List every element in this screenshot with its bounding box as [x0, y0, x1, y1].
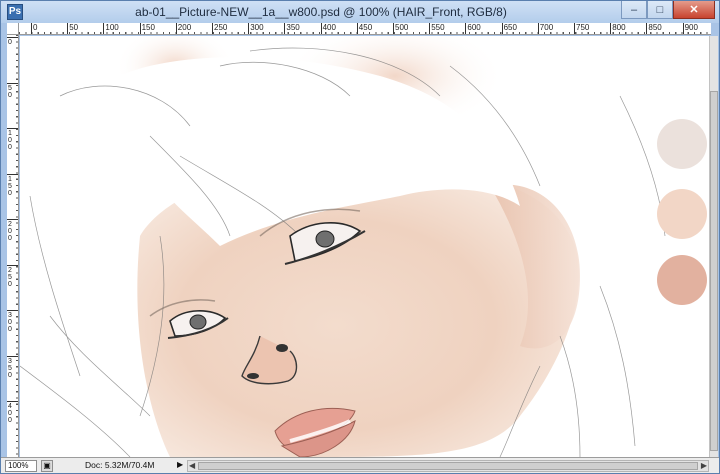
title-bar[interactable]: Ps ab-01__Picture-NEW__1a__w800.psd @ 10… [1, 1, 719, 23]
ruler-label: 100 [105, 23, 119, 32]
status-menu-arrow-icon[interactable]: ▶ [177, 460, 183, 469]
ruler-label: 250 [214, 23, 228, 32]
horizontal-scroll-thumb[interactable] [198, 462, 698, 470]
ruler-label: 850 [648, 23, 662, 32]
close-button[interactable]: ✕ [673, 1, 715, 19]
zoom-level-field[interactable]: 100% [5, 460, 37, 472]
color-swatch-light[interactable] [657, 119, 707, 169]
ruler-major-tick [646, 23, 648, 34]
scroll-left-icon[interactable]: ◀ [189, 461, 195, 471]
ruler-major-tick [610, 23, 612, 34]
ruler-major-tick [7, 401, 18, 402]
ruler-major-tick [356, 23, 358, 34]
maximize-icon: □ [656, 3, 664, 16]
ruler-label: 700 [539, 23, 554, 32]
ruler-major-tick [31, 23, 32, 34]
ruler-origin[interactable] [7, 23, 19, 35]
ruler-label: 900 [684, 23, 698, 32]
ruler-label: 450 [358, 23, 373, 32]
vertical-scrollbar[interactable] [709, 36, 718, 457]
ruler-label: 0 [33, 23, 38, 32]
vertical-ruler[interactable]: 0 50 100 150 200 250 300 350 400 [7, 35, 19, 457]
ruler-label: 300 [8, 312, 12, 333]
horizontal-ruler[interactable]: 0 50 100 150 200 250 300 350 400 450 500 550 600 650 7… [19, 23, 711, 35]
ruler-major-tick [574, 23, 575, 34]
ruler-major-tick [7, 355, 18, 357]
status-bar: 100% ▣ Doc: 5.32M/70.4M ▶ ◀ ▶ [1, 457, 719, 473]
ruler-label: 50 [69, 23, 79, 32]
minimize-button[interactable]: – [621, 1, 647, 19]
ruler-major-tick [393, 23, 394, 34]
ruler-label: 50 [8, 84, 12, 99]
minimize-icon: – [630, 3, 638, 16]
window-controls: – □ ✕ [621, 1, 715, 19]
vertical-scroll-thumb[interactable] [710, 91, 718, 451]
ruler-label: 150 [141, 23, 155, 32]
ruler-major-tick [175, 23, 177, 34]
ruler-label: 800 [612, 23, 626, 32]
ruler-label: 200 [8, 221, 12, 242]
ruler-major-tick [7, 37, 18, 38]
ruler-label: 400 [322, 23, 336, 32]
ruler-major-tick [67, 23, 69, 34]
ruler-label: 300 [250, 23, 264, 32]
ruler-label: 350 [8, 357, 12, 379]
ruler-major-tick [7, 310, 18, 311]
ruler-major-tick [465, 23, 467, 34]
ruler-major-tick [320, 23, 322, 34]
horizontal-scrollbar[interactable]: ◀ ▶ [187, 460, 709, 472]
ruler-label: 0 [8, 39, 12, 46]
window-title: ab-01__Picture-NEW__1a__w800.psd @ 100% … [135, 5, 507, 19]
ruler-major-tick [284, 23, 286, 34]
ruler-major-tick [7, 264, 18, 266]
ruler-label: 650 [503, 23, 517, 32]
ruler-label: 200 [177, 23, 192, 32]
ruler-label: 500 [395, 23, 409, 32]
color-swatch-medium[interactable] [657, 189, 707, 239]
ruler-major-tick [7, 82, 18, 84]
ruler-label: 750 [576, 23, 590, 32]
status-menu-icon[interactable]: ▣ [41, 460, 53, 472]
close-icon: ✕ [689, 4, 699, 16]
ruler-major-tick [7, 219, 18, 220]
ruler-major-tick [139, 23, 141, 34]
ruler-label: 150 [8, 175, 12, 197]
ruler-major-tick [248, 23, 250, 34]
ruler-major-tick [212, 23, 213, 34]
ruler-major-tick [7, 173, 18, 175]
ruler-major-tick [501, 23, 503, 34]
ruler-major-tick [103, 23, 105, 34]
ruler-major-tick [7, 128, 18, 129]
photoshop-document-window: Ps ab-01__Picture-NEW__1a__w800.psd @ 10… [0, 0, 720, 474]
ruler-label: 100 [8, 130, 12, 151]
ruler-label: 550 [431, 23, 445, 32]
ruler-major-tick [682, 23, 684, 34]
document-canvas[interactable] [20, 36, 710, 457]
document-size-info: Doc: 5.32M/70.4M [85, 460, 155, 470]
ruler-label: 350 [286, 23, 300, 32]
ruler-major-tick [537, 23, 539, 34]
ruler-label: 250 [8, 266, 12, 288]
maximize-button[interactable]: □ [647, 1, 673, 19]
ruler-label: 600 [467, 23, 481, 32]
color-swatch-dark[interactable] [657, 255, 707, 305]
ruler-major-tick [429, 23, 431, 34]
scroll-right-icon[interactable]: ▶ [701, 461, 707, 471]
artwork-sketch [20, 36, 707, 457]
ruler-label: 400 [8, 403, 12, 424]
